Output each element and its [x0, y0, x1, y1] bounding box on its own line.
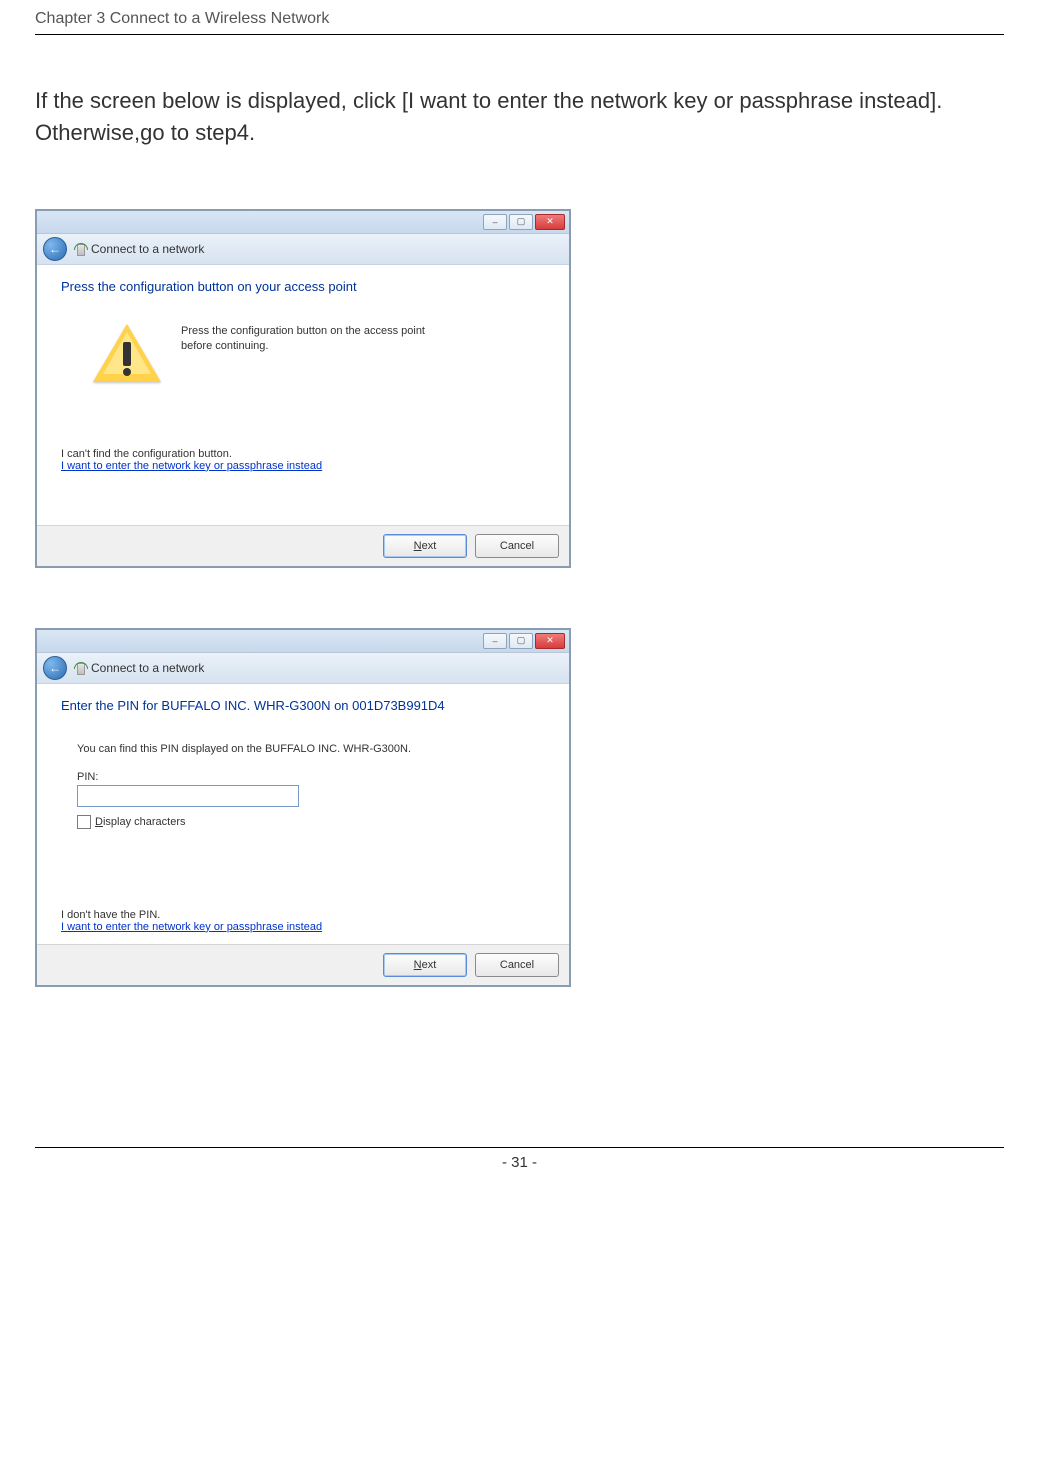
back-icon[interactable]: ←	[43, 237, 67, 261]
dialog-enter-pin: – ▢ ✕ ← Connect to a network Enter the P…	[35, 628, 571, 987]
dialog-body: Press the configuration button on your a…	[37, 265, 569, 525]
nav-title: Connect to a network	[73, 661, 204, 675]
titlebar: – ▢ ✕	[37, 211, 569, 234]
bottom-links: I can't find the configuration button. I…	[61, 448, 545, 472]
instruction-line-2: Otherwise,go to step4.	[35, 117, 1004, 149]
next-button[interactable]: Next	[383, 953, 467, 977]
network-icon	[73, 661, 87, 675]
nav-title-text: Connect to a network	[91, 242, 204, 256]
cant-find-text: I can't find the configuration button.	[61, 448, 545, 460]
enter-key-link[interactable]: I want to enter the network key or passp…	[61, 921, 545, 933]
navbar: ← Connect to a network	[37, 653, 569, 684]
bottom-links: I don't have the PIN. I want to enter th…	[61, 909, 545, 933]
page-footer: - 31 -	[35, 1147, 1004, 1171]
display-characters-row[interactable]: Display characters	[77, 815, 545, 829]
warning-text: Press the configuration button on the ac…	[181, 324, 431, 355]
close-button[interactable]: ✕	[535, 633, 565, 649]
nav-title-text: Connect to a network	[91, 661, 204, 675]
next-button[interactable]: Next	[383, 534, 467, 558]
close-button[interactable]: ✕	[535, 214, 565, 230]
next-rest: ext	[422, 959, 437, 971]
pin-input[interactable]	[77, 785, 299, 807]
titlebar: – ▢ ✕	[37, 630, 569, 653]
maximize-button[interactable]: ▢	[509, 633, 533, 649]
next-underline: N	[414, 540, 422, 552]
display-characters-checkbox[interactable]	[77, 815, 91, 829]
button-bar: Next Cancel	[37, 525, 569, 566]
cancel-button[interactable]: Cancel	[475, 953, 559, 977]
display-underline: D	[95, 816, 103, 828]
enter-key-link[interactable]: I want to enter the network key or passp…	[61, 460, 545, 472]
dialog-press-config-button: – ▢ ✕ ← Connect to a network Press the c…	[35, 209, 571, 568]
warning-icon	[91, 324, 163, 388]
minimize-button[interactable]: –	[483, 214, 507, 230]
find-pin-text: You can find this PIN displayed on the B…	[77, 743, 545, 755]
chapter-header: Chapter 3 Connect to a Wireless Network	[35, 0, 1004, 35]
pin-label: PIN:	[77, 771, 545, 783]
no-pin-text: I don't have the PIN.	[61, 909, 545, 921]
cancel-button[interactable]: Cancel	[475, 534, 559, 558]
next-rest: ext	[422, 540, 437, 552]
warning-row: Press the configuration button on the ac…	[91, 324, 545, 388]
next-underline: N	[414, 959, 422, 971]
nav-title: Connect to a network	[73, 242, 204, 256]
maximize-button[interactable]: ▢	[509, 214, 533, 230]
navbar: ← Connect to a network	[37, 234, 569, 265]
back-icon[interactable]: ←	[43, 656, 67, 680]
dialog-heading: Press the configuration button on your a…	[61, 279, 545, 294]
button-bar: Next Cancel	[37, 944, 569, 985]
dialog-heading: Enter the PIN for BUFFALO INC. WHR-G300N…	[61, 698, 545, 713]
dialog-body: Enter the PIN for BUFFALO INC. WHR-G300N…	[37, 684, 569, 944]
instruction-line-1: If the screen below is displayed, click …	[35, 85, 1004, 117]
display-rest: isplay characters	[103, 816, 186, 828]
network-icon	[73, 242, 87, 256]
instruction-text: If the screen below is displayed, click …	[35, 85, 1004, 149]
minimize-button[interactable]: –	[483, 633, 507, 649]
